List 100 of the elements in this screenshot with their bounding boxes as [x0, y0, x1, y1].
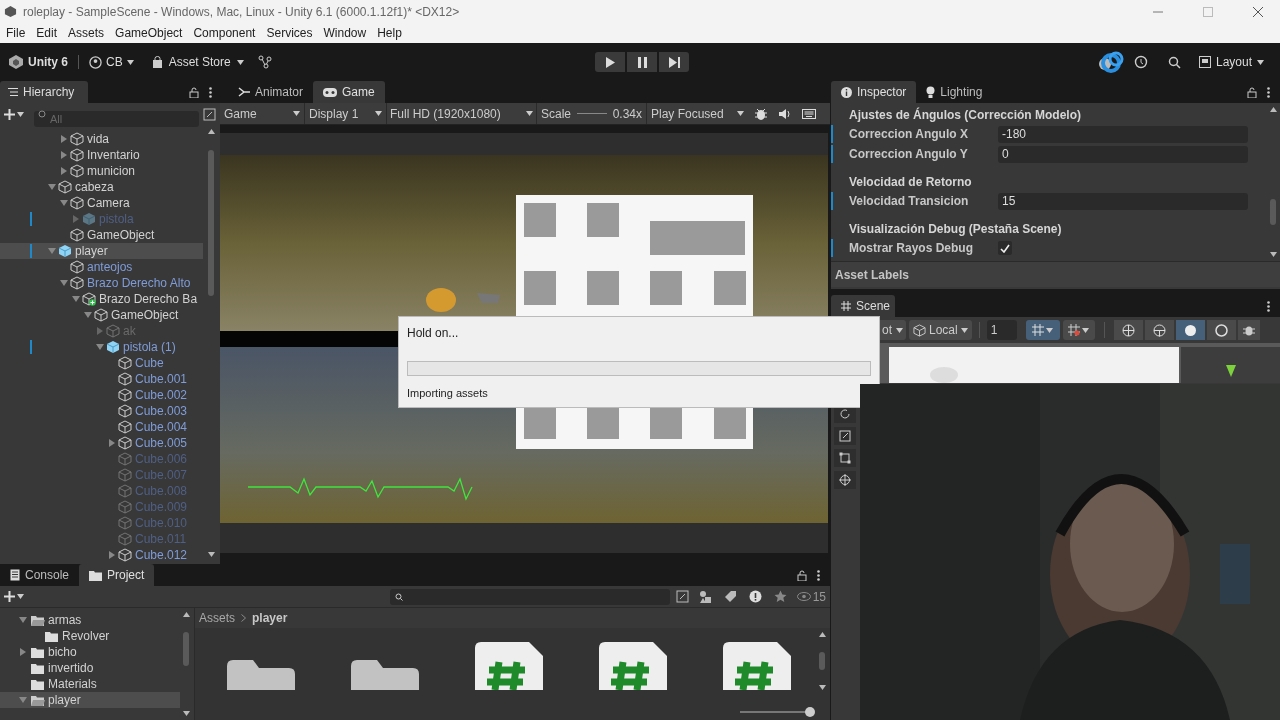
layout-dropdown[interactable]: Layout: [1198, 53, 1264, 71]
menu-item[interactable]: Edit: [32, 24, 62, 42]
hierarchy-item[interactable]: cabeza: [0, 179, 203, 195]
play-mode-dropdown[interactable]: Play Focused: [646, 103, 748, 124]
hierarchy-tab[interactable]: Hierarchy: [0, 81, 88, 103]
scroll-down-icon[interactable]: [207, 552, 215, 557]
collapse-arrow-icon[interactable]: [60, 167, 68, 175]
folder-icon[interactable]: [227, 660, 295, 690]
shaded-button[interactable]: [1175, 320, 1205, 340]
expand-arrow-icon[interactable]: [60, 199, 68, 207]
scroll-down-icon[interactable]: [1269, 252, 1277, 257]
hierarchy-item[interactable]: Inventario: [0, 147, 203, 163]
scroll-up-icon[interactable]: [1269, 107, 1277, 112]
more-options-icon[interactable]: [817, 570, 820, 581]
hierarchy-item[interactable]: Brazo Derecho Ba: [0, 291, 203, 307]
visibility-counter[interactable]: 15: [796, 587, 826, 606]
panel-tab[interactable]: Game: [313, 81, 385, 103]
number-field[interactable]: -180: [998, 125, 1248, 143]
number-field[interactable]: 15: [998, 192, 1248, 210]
type-filter-icon[interactable]: [698, 590, 712, 603]
collapse-arrow-icon[interactable]: [19, 648, 27, 656]
grid-size-field[interactable]: 1: [986, 320, 1017, 340]
number-field[interactable]: 0: [998, 145, 1248, 163]
expand-arrow-icon[interactable]: [48, 183, 56, 191]
expand-arrow-icon[interactable]: [19, 616, 27, 624]
wireframe-shading-button[interactable]: [1113, 320, 1143, 340]
hierarchy-item[interactable]: GameObject: [0, 307, 203, 323]
hierarchy-item[interactable]: Cube.002: [0, 387, 203, 403]
script-icon[interactable]: [599, 642, 667, 690]
hierarchy-item[interactable]: municion: [0, 163, 203, 179]
search-icon[interactable]: [1167, 55, 1181, 69]
collapse-arrow-icon[interactable]: [108, 551, 116, 559]
asset-labels-header[interactable]: Asset Labels: [835, 265, 910, 284]
hierarchy-item[interactable]: Cube: [0, 355, 203, 371]
lock-icon[interactable]: [797, 570, 807, 581]
transform-tool-button[interactable]: [834, 471, 856, 489]
panel-tab[interactable]: Animator: [228, 81, 314, 103]
warning-icon[interactable]: [748, 590, 762, 603]
hierarchy-item[interactable]: Cube.005: [0, 435, 203, 451]
menu-item[interactable]: Help: [373, 24, 406, 42]
hierarchy-item[interactable]: Cube.004: [0, 419, 203, 435]
tag-icon[interactable]: [723, 590, 737, 603]
scroll-down-icon[interactable]: [182, 711, 190, 716]
menu-item[interactable]: Component: [189, 24, 260, 42]
scale-tool-button[interactable]: [834, 427, 856, 445]
hierarchy-item[interactable]: Camera: [0, 195, 203, 211]
pivot-dropdown[interactable]: ot: [879, 320, 906, 340]
close-icon[interactable]: [1252, 5, 1264, 18]
expand-arrow-icon[interactable]: [72, 295, 80, 303]
menu-item[interactable]: Assets: [64, 24, 109, 42]
checkbox[interactable]: [998, 241, 1012, 255]
pause-button[interactable]: [627, 52, 657, 72]
bug-icon[interactable]: [754, 106, 768, 121]
collapse-arrow-icon[interactable]: [108, 439, 116, 447]
resolution-dropdown[interactable]: Full HD (1920x1080): [386, 103, 536, 124]
menu-item[interactable]: Window: [319, 24, 371, 42]
keyboard-icon[interactable]: [802, 107, 816, 120]
brand-label[interactable]: Unity 6: [28, 53, 68, 71]
asset-store-dropdown[interactable]: Asset Store: [151, 53, 244, 71]
hierarchy-item[interactable]: Cube.012: [0, 547, 203, 563]
expand-arrow-icon[interactable]: [84, 311, 92, 319]
hierarchy-item[interactable]: vida: [0, 131, 203, 147]
more-options-icon[interactable]: [1267, 87, 1270, 98]
hierarchy-item[interactable]: Cube.001: [0, 371, 203, 387]
lock-icon[interactable]: [189, 86, 199, 98]
panel-tab[interactable]: Console: [0, 564, 80, 586]
hierarchy-item[interactable]: Cube.003: [0, 403, 203, 419]
panel-tab[interactable]: Inspector: [831, 81, 917, 103]
hierarchy-item[interactable]: player: [0, 243, 203, 259]
view-dropdown[interactable]: Game: [220, 103, 304, 124]
folder-item[interactable]: player: [0, 692, 180, 708]
history-icon[interactable]: [1133, 55, 1148, 69]
grid-snap-button[interactable]: [1025, 320, 1060, 340]
shaded-wireframe-button[interactable]: [1144, 320, 1174, 340]
scroll-up-icon[interactable]: [818, 632, 826, 637]
scroll-down-icon[interactable]: [818, 685, 826, 690]
hierarchy-item[interactable]: Brazo Derecho Alto: [0, 275, 203, 291]
hierarchy-item[interactable]: anteojos: [0, 259, 203, 275]
space-dropdown[interactable]: Local: [909, 320, 972, 340]
hierarchy-item[interactable]: pistola (1): [0, 339, 203, 355]
folder-item[interactable]: bicho: [0, 644, 180, 660]
hierarchy-item[interactable]: GameObject: [0, 227, 203, 243]
project-search-field[interactable]: [389, 588, 670, 605]
expand-arrow-icon[interactable]: [96, 343, 104, 351]
scrollbar-thumb[interactable]: [1270, 199, 1276, 225]
account-dropdown[interactable]: CB: [89, 53, 134, 71]
more-options-icon[interactable]: [209, 86, 212, 98]
folder-item[interactable]: invertido: [0, 660, 180, 676]
collapse-arrow-icon[interactable]: [60, 135, 68, 143]
step-button[interactable]: [659, 52, 689, 72]
script-icon[interactable]: [475, 642, 543, 690]
breadcrumb-item[interactable]: player: [252, 609, 288, 627]
scrollbar-thumb[interactable]: [208, 150, 214, 296]
folder-icon[interactable]: [351, 660, 419, 690]
breadcrumb-item[interactable]: Assets: [199, 609, 235, 627]
scroll-up-icon[interactable]: [182, 612, 190, 617]
snap-settings-button[interactable]: [1062, 320, 1095, 340]
scroll-up-icon[interactable]: [207, 129, 215, 134]
speaker-icon[interactable]: [778, 107, 792, 120]
display-dropdown[interactable]: Display 1: [304, 103, 386, 124]
